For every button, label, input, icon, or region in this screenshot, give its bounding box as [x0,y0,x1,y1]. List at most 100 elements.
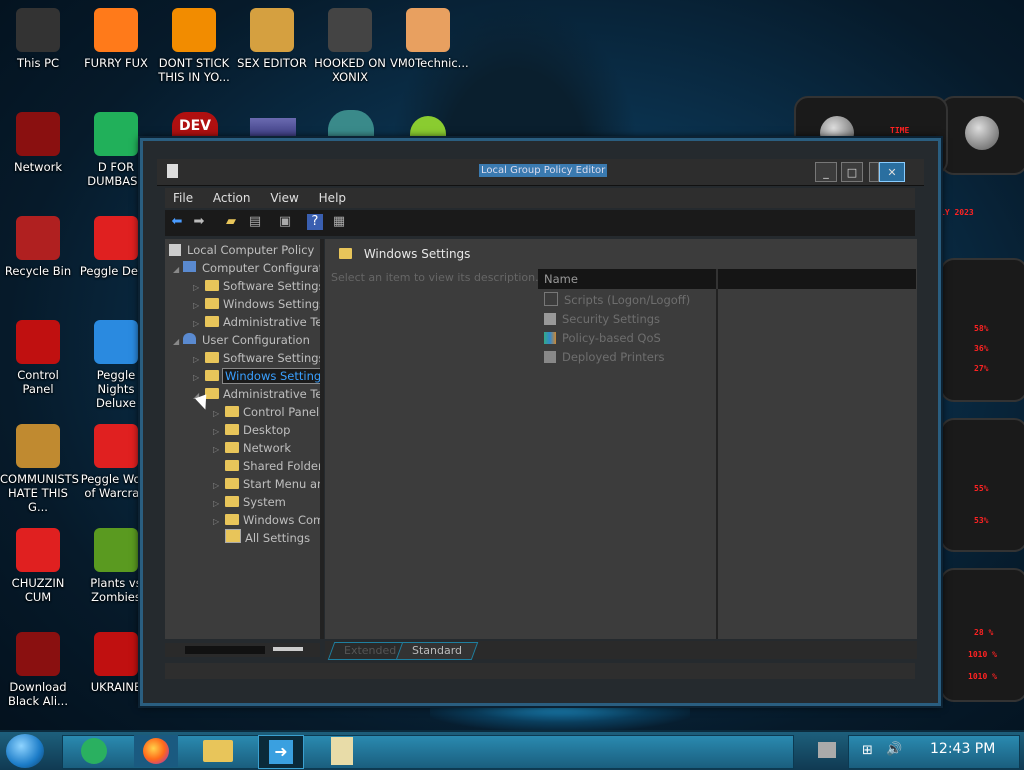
widget-label: 53% [974,516,989,525]
desktop-icon[interactable]: COMMUNISTS HATE THIS G... [0,424,79,514]
folder-icon [205,298,219,309]
desktop-icon[interactable]: Network [0,112,76,174]
folder-icon [225,406,239,417]
widget-label: 1010 % [968,672,997,681]
folder-icon [205,316,219,327]
tree-item-root[interactable]: Local Computer Policy [169,241,314,259]
show-desktop-icon[interactable] [818,742,836,758]
menu-view[interactable]: View [262,188,306,208]
list-item[interactable]: Scripts (Logon/Logoff) [544,291,690,309]
close-button[interactable]: ✕ [879,162,905,182]
tree-item[interactable]: ▷ Software Settings [193,277,320,295]
desktop-icon[interactable]: Recycle Bin [0,216,76,278]
taskbar: ➜ ⊞ 🔊 12:43 PM [0,730,1024,770]
list-item[interactable]: Security Settings [544,310,660,328]
list-item[interactable]: Policy-based QoS [544,329,661,347]
firefox-icon [94,8,138,52]
tree-item[interactable]: ▷ Control Panel [213,403,319,421]
column-name[interactable]: Name [538,269,718,289]
folder-icon [225,478,239,489]
network-tray-icon[interactable]: ⊞ [862,743,873,758]
radiation-icon [94,632,138,676]
minimize-button[interactable]: _ [815,162,837,182]
desktop-icon[interactable]: HOOKED ON XONIX [312,8,388,84]
taskbar-notepad[interactable] [320,735,364,767]
tree-item[interactable]: ▷ Windows Settings [193,295,320,313]
export-list-icon[interactable]: ▣ [277,214,293,230]
group-policy-editor-window[interactable]: Local Group Policy Editor _ □ ✕ File Act… [140,138,941,706]
tree-item-computer-config[interactable]: ◢ Computer Configurati [173,259,320,277]
dev-icon[interactable]: DEV [172,112,218,138]
view-tabs: Extended Standard [325,641,917,660]
tab-standard[interactable]: Standard [395,642,479,660]
desktop-icon-label: Recycle Bin [4,264,72,278]
help-icon[interactable]: ? [307,214,323,230]
widget-label: LY 2023 [940,208,974,217]
show-hide-tree-icon[interactable]: ▤ [247,214,263,230]
app-icon-partial[interactable] [328,110,374,138]
tree-item[interactable]: ▷ Network [213,439,291,457]
tree-item[interactable]: ▷ Software Settings [193,349,320,367]
tree-item[interactable]: ▷ Windows Com [213,511,320,529]
description-text: Select an item to view its description. [331,271,539,284]
desktop-icon[interactable]: CHUZZIN CUM [0,528,76,604]
tree-item-selected[interactable]: ▷ Windows Settings [193,367,320,385]
tree-item[interactable]: All Settings [213,529,310,547]
desktop-icon[interactable]: Download Black Ali... [0,632,76,708]
desktop-icon[interactable]: VM0Technic... [390,8,469,70]
taskbar-firefox[interactable] [134,735,178,767]
list-item[interactable]: Deployed Printers [544,348,665,366]
app-icon-partial[interactable] [250,118,296,138]
scrollbar-thumb[interactable] [273,647,303,651]
scripts-icon [544,292,558,306]
firefox-icon [143,738,169,764]
money-bag-icon [16,424,60,468]
back-arrow-icon[interactable]: ⬅ [169,214,185,230]
forward-arrow-icon[interactable]: ➡ [191,214,207,230]
taskbar-chat-app[interactable] [72,735,116,767]
desktop-icon[interactable]: DONT STICK THIS IN YO... [156,8,232,84]
folder-icon [339,248,352,259]
properties-icon[interactable]: ▦ [331,214,347,230]
security-lock-icon [544,313,556,325]
title-bar[interactable]: Local Group Policy Editor _ □ ✕ [157,159,924,186]
desktop-icon-label: COMMUNISTS HATE THIS G... [0,472,79,514]
menu-action[interactable]: Action [205,188,259,208]
tree-item[interactable]: ◢ Administrative Ten [193,385,320,403]
desktop-icon[interactable]: SEX EDITOR [234,8,310,70]
scrollbar-track [185,646,265,654]
up-folder-icon[interactable]: ▰ [223,214,239,230]
all-settings-icon [225,529,241,543]
start-button[interactable] [6,734,44,768]
tree-item[interactable]: ▷ Administrative Ten [193,313,320,331]
tree-item[interactable]: ▷ Desktop [213,421,290,439]
restore-button[interactable] [869,162,879,182]
desktop-icon-label: DONT STICK THIS IN YO... [158,56,230,84]
desktop-icon[interactable]: Control Panel [0,320,76,396]
maximize-button[interactable]: □ [841,162,863,182]
taskbar-file-explorer[interactable] [196,735,240,767]
desktop-icon[interactable]: This PC [0,8,76,70]
menu-file[interactable]: File [165,188,201,208]
peggle-wow-icon [94,424,138,468]
list-header: Name [538,269,916,289]
tree-item[interactable]: Shared Folder [213,457,320,475]
content-header: Windows Settings [337,247,470,261]
clock[interactable]: 12:43 PM [930,741,995,757]
menu-help[interactable]: Help [311,188,354,208]
taskbar-gpedit[interactable]: ➜ [258,735,304,769]
policy-editor-icon: ➜ [269,740,293,764]
widget-label: 36% [974,344,989,353]
tree-horizontal-scrollbar[interactable] [165,643,320,657]
tree-item[interactable]: ▷ Start Menu an [213,475,320,493]
qos-chart-icon [544,332,556,344]
tree-item-user-config[interactable]: ◢ User Configuration [173,331,310,349]
status-bar [165,663,915,679]
desktop-icon[interactable]: FURRY FUX [78,8,154,70]
folder-icon [225,496,239,507]
chat-icon [94,112,138,156]
window-title: Local Group Policy Editor [479,164,608,177]
volume-icon[interactable]: 🔊 [886,742,902,757]
tree-item[interactable]: ▷ System [213,493,286,511]
desktop-icon-label: This PC [16,56,60,70]
